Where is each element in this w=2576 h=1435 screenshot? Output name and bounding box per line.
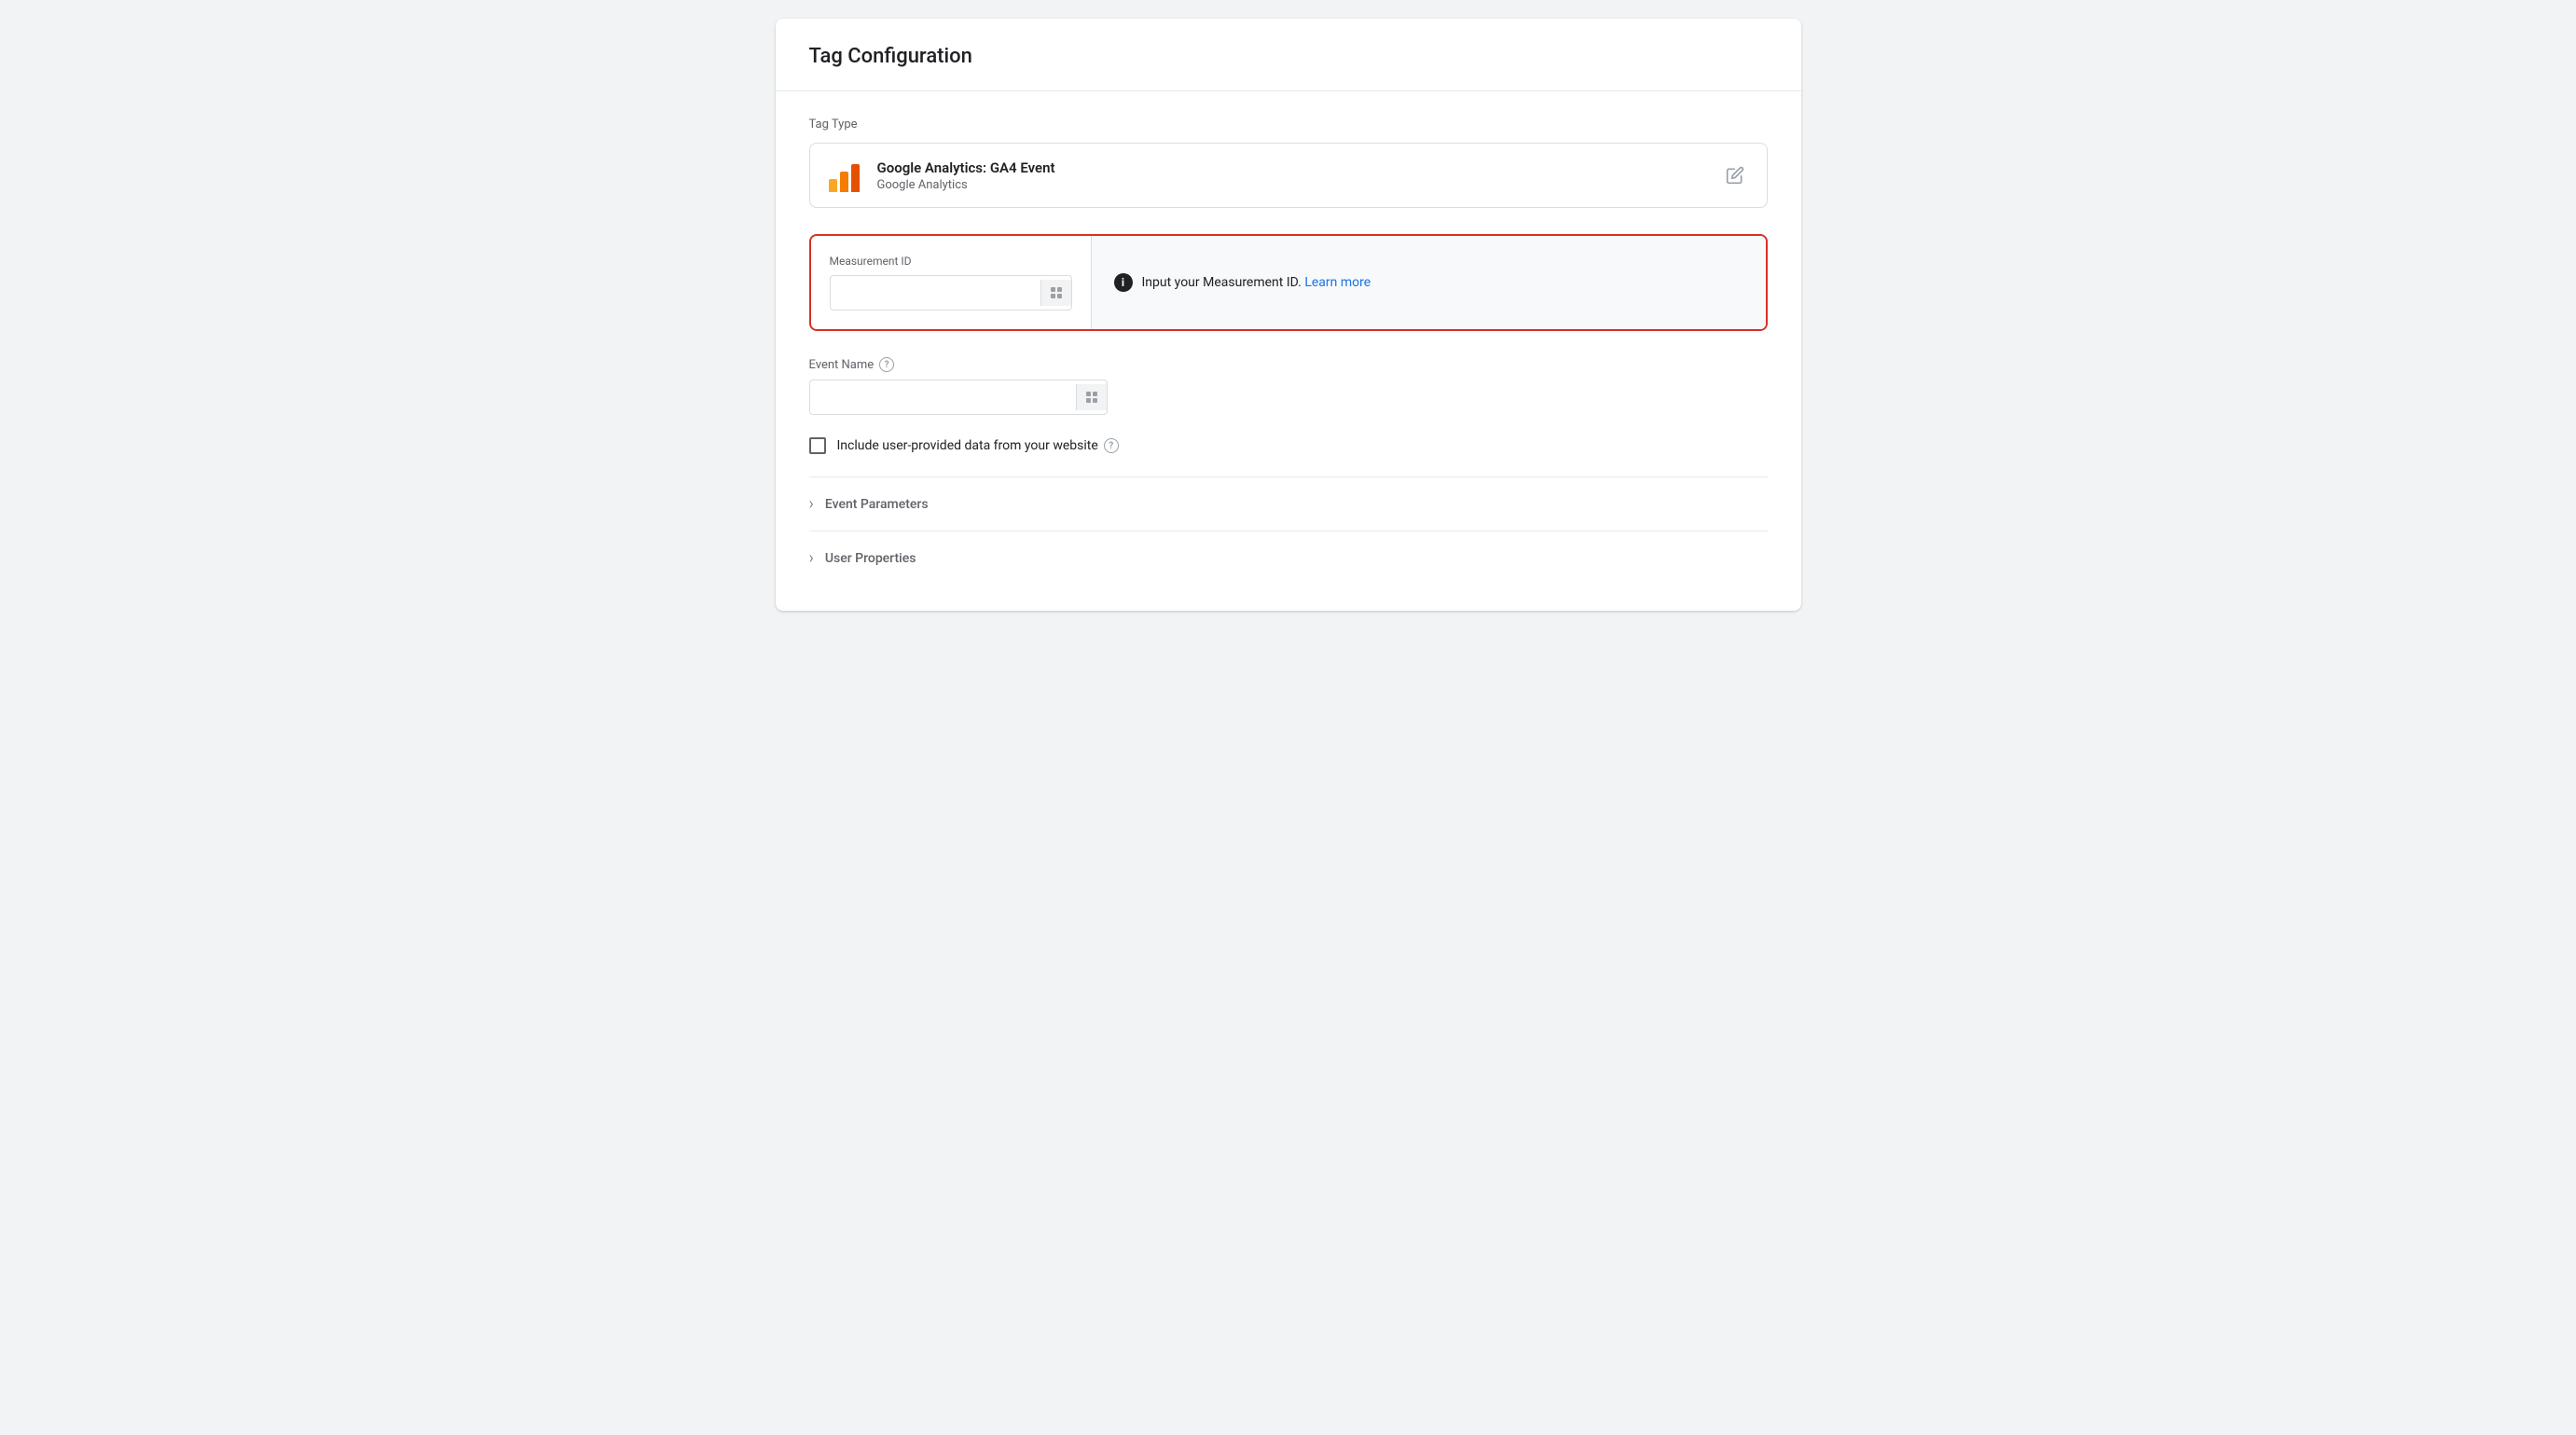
event-variable-grid-icon	[1086, 392, 1097, 403]
measurement-id-input-row	[830, 275, 1072, 310]
event-name-section: Event Name ?	[809, 357, 1768, 415]
user-properties-chevron-icon: ›	[809, 548, 814, 568]
event-parameters-label: Event Parameters	[825, 497, 929, 512]
pencil-icon	[1726, 166, 1744, 185]
ga-bar-medium	[840, 172, 848, 192]
edit-tag-type-button[interactable]	[1722, 162, 1748, 188]
event-name-label: Event Name	[809, 358, 875, 372]
measurement-id-info-text: Input your Measurement ID. Learn more	[1142, 275, 1371, 290]
tag-type-info: Google Analytics: GA4 Event Google Analy…	[877, 159, 1055, 192]
tag-type-left: Google Analytics: GA4 Event Google Analy…	[829, 159, 1055, 192]
user-properties-section[interactable]: › User Properties	[809, 531, 1768, 585]
event-name-variable-button[interactable]	[1076, 384, 1107, 410]
panel-body: Tag Type Google Analytics: GA4 Event Goo…	[776, 91, 1801, 611]
event-name-input-row	[809, 379, 1108, 415]
info-icon: i	[1114, 273, 1133, 292]
measurement-inner: Measurement ID	[811, 236, 1766, 329]
user-data-help-icon[interactable]: ?	[1104, 438, 1119, 453]
panel-header: Tag Configuration	[776, 19, 1801, 91]
tag-type-block: Google Analytics: GA4 Event Google Analy…	[809, 143, 1768, 208]
event-name-help-icon[interactable]: ?	[879, 357, 894, 372]
user-data-checkbox[interactable]	[809, 437, 826, 454]
event-name-input[interactable]	[810, 380, 1076, 414]
tag-type-label: Tag Type	[809, 117, 1768, 131]
measurement-id-variable-button[interactable]	[1040, 280, 1071, 306]
measurement-id-left: Measurement ID	[811, 236, 1091, 329]
measurement-id-right: i Input your Measurement ID. Learn more	[1092, 236, 1766, 329]
measurement-id-input[interactable]	[831, 276, 1040, 310]
user-properties-label: User Properties	[825, 551, 916, 566]
ga-bar-small	[829, 179, 837, 192]
ga-bar-large	[851, 164, 860, 192]
event-name-label-row: Event Name ?	[809, 357, 1768, 372]
tag-configuration-panel: Tag Configuration Tag Type Google Analyt…	[776, 19, 1801, 611]
learn-more-link[interactable]: Learn more	[1304, 275, 1371, 290]
ga-icon	[829, 159, 862, 192]
event-parameters-chevron-icon: ›	[809, 494, 814, 514]
user-data-checkbox-label: Include user-provided data from your web…	[837, 438, 1119, 453]
tag-type-name: Google Analytics: GA4 Event	[877, 159, 1055, 176]
user-data-checkbox-section: Include user-provided data from your web…	[809, 437, 1768, 454]
measurement-id-section: Measurement ID	[809, 234, 1768, 331]
measurement-id-label: Measurement ID	[830, 255, 1072, 268]
panel-title: Tag Configuration	[809, 45, 1768, 68]
event-parameters-section[interactable]: › Event Parameters	[809, 476, 1768, 531]
tag-type-provider: Google Analytics	[877, 178, 1055, 192]
variable-grid-icon	[1051, 287, 1062, 298]
